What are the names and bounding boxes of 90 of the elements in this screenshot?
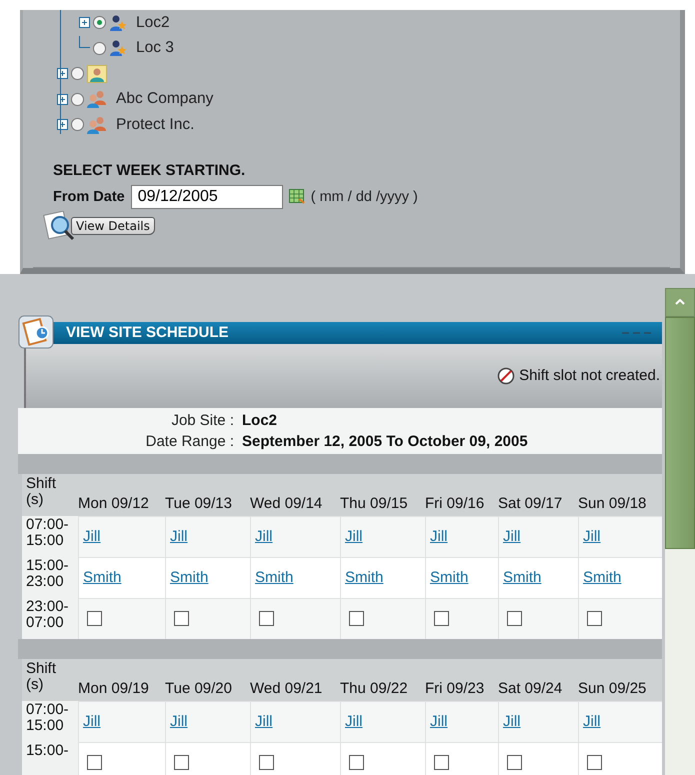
shift-time: 07:00- 15:00 [22, 700, 78, 742]
checkbox[interactable] [349, 611, 364, 626]
checkbox[interactable] [174, 611, 189, 626]
column-header: Thu 09/15 [340, 474, 425, 516]
people-icon [87, 116, 107, 134]
checkbox[interactable] [259, 611, 274, 626]
column-header: Tue 09/20 [165, 658, 250, 700]
people-icon [87, 90, 107, 108]
checkbox[interactable] [434, 611, 449, 626]
info-label: Job Site : [170, 412, 234, 428]
scrollbar-thumb[interactable] [665, 316, 695, 548]
radio-button[interactable] [93, 42, 106, 55]
employee-link[interactable]: Jill [170, 713, 188, 730]
column-header: Mon 09/19 [78, 658, 165, 700]
no-entry-icon [497, 366, 516, 384]
checkbox[interactable] [87, 755, 102, 770]
shift-time: 15:00- 23:00 [22, 556, 78, 598]
tree-item-label[interactable]: Loc 3 [136, 39, 174, 58]
radio-button[interactable] [71, 118, 84, 132]
info-value: Loc2 [242, 412, 278, 428]
checkbox[interactable] [507, 755, 522, 770]
employee-link[interactable]: Jill [503, 713, 520, 730]
checkbox[interactable] [87, 611, 102, 626]
column-header: Wed 09/14 [250, 474, 340, 516]
employee-link[interactable]: Jill [255, 713, 272, 730]
checkbox[interactable] [259, 755, 274, 770]
employee-link[interactable]: Jill [430, 528, 448, 545]
expand-icon[interactable] [79, 17, 90, 28]
info-value: September 12, 2005 To October 09, 2005 [242, 432, 529, 450]
checkbox[interactable] [587, 611, 602, 626]
employee-link[interactable]: Smith [503, 569, 542, 586]
employee-link[interactable]: Jill [430, 713, 448, 730]
column-header: Thu 09/22 [340, 658, 425, 700]
expand-icon[interactable] [57, 119, 68, 130]
checkbox[interactable] [349, 755, 364, 770]
employee-link[interactable]: Jill [83, 528, 100, 545]
shift-time: 07:00- 15:00 [22, 516, 78, 556]
employee-link[interactable]: Smith [583, 569, 622, 586]
column-header: Shift (s) [22, 474, 78, 516]
section-heading: SELECT WEEK STARTING. [53, 162, 246, 178]
employee-link[interactable]: Smith [255, 569, 294, 586]
notice-text: Shift slot not created. [519, 367, 660, 384]
person-star-icon [109, 14, 127, 32]
column-header: Wed 09/21 [250, 658, 340, 700]
column-header: Sun 09/25 [578, 658, 662, 700]
column-header: Tue 09/13 [165, 474, 250, 516]
field-label: From Date [53, 188, 125, 204]
employee-link[interactable]: Smith [345, 569, 384, 586]
employee-link[interactable]: Jill [583, 713, 600, 730]
employee-link[interactable]: Jill [83, 713, 100, 730]
person-star-icon [109, 39, 127, 58]
scroll-up-button[interactable] [665, 288, 695, 316]
shift-time: 15:00- [22, 742, 78, 775]
column-header: Fri 09/23 [425, 658, 498, 700]
date-field[interactable]: 09/12/2005 [130, 184, 283, 208]
clipboard-clock-icon [18, 314, 54, 348]
tree-item-label[interactable]: Abc Company [116, 90, 214, 108]
date-format-hint: ( mm / dd /yyyy ) [310, 188, 418, 204]
info-label: Date Range : [144, 432, 234, 450]
expand-icon[interactable] [57, 68, 68, 80]
employee-link[interactable]: Jill [170, 528, 188, 545]
caret-icon [675, 299, 685, 305]
employee-link[interactable]: Jill [583, 528, 600, 545]
employee-link[interactable]: Jill [255, 528, 272, 545]
employee-link[interactable]: Smith [83, 569, 122, 586]
column-header: Shift (s) [22, 658, 78, 700]
view-details-button[interactable]: View Details [71, 216, 155, 234]
checkbox[interactable] [507, 611, 522, 626]
checkbox[interactable] [587, 755, 602, 770]
expand-icon[interactable] [57, 94, 68, 105]
column-header: Mon 09/12 [78, 474, 165, 516]
column-header: Sun 09/18 [578, 474, 662, 516]
radio-button[interactable] [71, 67, 84, 80]
column-header: Sat 09/17 [498, 474, 578, 516]
tree-item-label[interactable]: Protect Inc. [116, 116, 194, 134]
checkbox[interactable] [434, 755, 449, 770]
radio-button[interactable] [93, 16, 106, 30]
checkbox[interactable] [174, 755, 189, 770]
column-header: Sat 09/24 [498, 658, 578, 700]
employee-link[interactable]: Jill [345, 528, 362, 545]
employee-link[interactable]: Jill [345, 713, 362, 730]
shift-time: 23:00- 07:00 [22, 598, 78, 638]
people-icon [87, 64, 107, 83]
employee-link[interactable]: Smith [170, 569, 208, 586]
column-header: Fri 09/16 [425, 474, 498, 516]
radio-button[interactable] [71, 92, 84, 106]
tree-item-label[interactable]: Loc2 [136, 14, 170, 32]
calendar-icon[interactable] [288, 189, 305, 204]
employee-link[interactable]: Jill [503, 528, 520, 545]
panel-title: VIEW SITE SCHEDULE [66, 324, 229, 341]
